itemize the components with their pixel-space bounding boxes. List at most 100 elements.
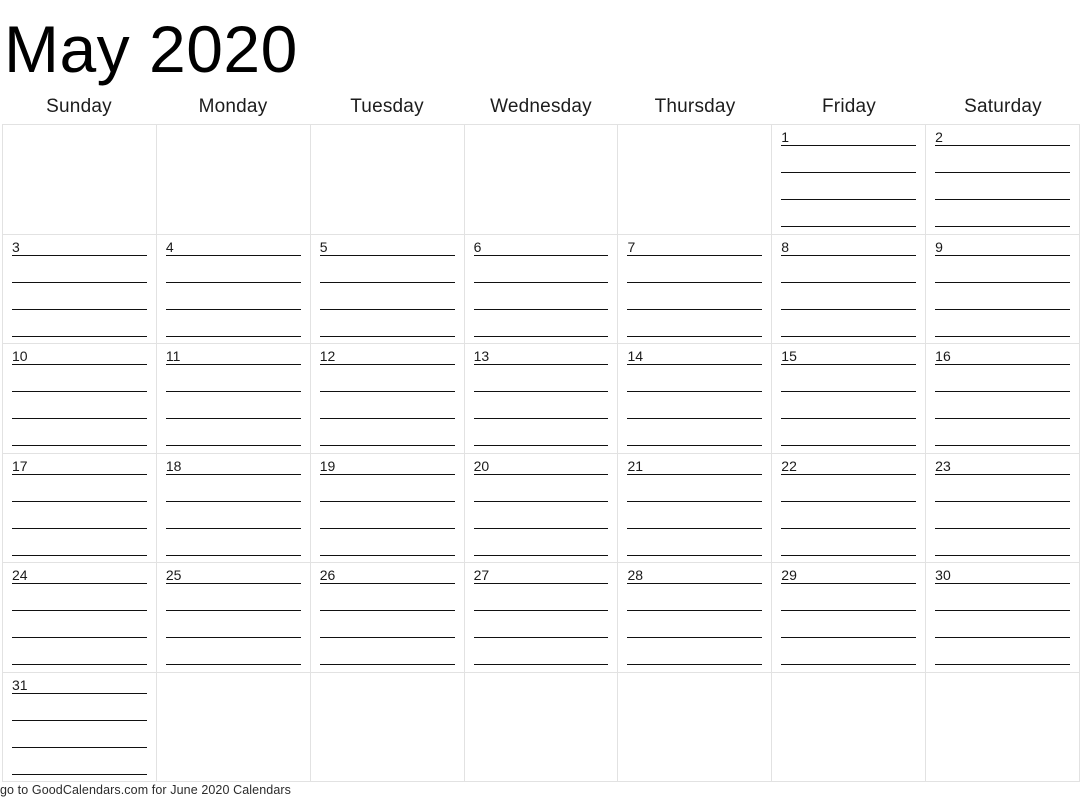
note-line[interactable]	[12, 583, 147, 584]
note-line[interactable]	[627, 391, 763, 393]
day-cell[interactable]: 25	[156, 563, 311, 673]
note-line[interactable]	[627, 473, 763, 475]
day-cell[interactable]: 4	[156, 234, 311, 344]
note-line[interactable]	[935, 418, 1071, 420]
note-line[interactable]	[319, 583, 455, 584]
note-line[interactable]	[781, 554, 917, 556]
day-cell[interactable]: 10	[3, 344, 157, 454]
note-line[interactable]	[473, 637, 609, 639]
note-line[interactable]	[473, 308, 609, 310]
note-line[interactable]	[473, 254, 609, 256]
note-line[interactable]	[935, 637, 1071, 639]
note-line[interactable]	[165, 473, 301, 475]
note-line[interactable]	[781, 527, 917, 529]
note-line[interactable]	[781, 583, 917, 584]
note-line[interactable]	[781, 172, 917, 174]
note-line[interactable]	[473, 554, 609, 556]
note-line[interactable]	[12, 445, 147, 447]
day-cell[interactable]: 8	[772, 234, 927, 344]
note-line[interactable]	[473, 281, 609, 283]
note-line[interactable]	[627, 364, 763, 365]
note-line[interactable]	[935, 583, 1071, 584]
note-line[interactable]	[781, 364, 917, 365]
day-cell[interactable]: 29	[772, 563, 927, 673]
note-line[interactable]	[473, 583, 609, 584]
note-line[interactable]	[935, 281, 1071, 283]
note-lines[interactable]	[473, 254, 609, 338]
note-line[interactable]	[627, 500, 763, 502]
note-line[interactable]	[165, 554, 301, 556]
note-line[interactable]	[473, 445, 609, 447]
note-line[interactable]	[319, 418, 455, 420]
day-cell[interactable]: 2	[926, 125, 1081, 235]
note-lines[interactable]	[165, 583, 301, 666]
note-line[interactable]	[473, 391, 609, 393]
note-line[interactable]	[627, 610, 763, 612]
note-line[interactable]	[165, 664, 301, 666]
note-line[interactable]	[165, 391, 301, 393]
note-line[interactable]	[935, 335, 1071, 337]
note-line[interactable]	[935, 445, 1071, 447]
note-line[interactable]	[473, 610, 609, 612]
day-cell[interactable]: 23	[926, 453, 1081, 563]
note-line[interactable]	[781, 226, 917, 228]
note-line[interactable]	[935, 364, 1071, 365]
note-lines[interactable]	[473, 364, 609, 447]
day-cell[interactable]: 9	[926, 234, 1081, 344]
note-line[interactable]	[473, 335, 609, 337]
note-line[interactable]	[165, 308, 301, 310]
day-cell[interactable]: 31	[3, 672, 157, 782]
note-line[interactable]	[935, 199, 1071, 201]
note-line[interactable]	[627, 418, 763, 420]
note-line[interactable]	[781, 308, 917, 310]
note-lines[interactable]	[627, 473, 763, 557]
day-cell[interactable]: 13	[464, 344, 619, 454]
note-line[interactable]	[165, 281, 301, 283]
note-line[interactable]	[935, 664, 1071, 666]
note-lines[interactable]	[781, 254, 917, 338]
note-line[interactable]	[935, 226, 1071, 228]
day-cell[interactable]: 24	[3, 563, 157, 673]
note-lines[interactable]	[12, 254, 147, 338]
note-line[interactable]	[12, 773, 147, 775]
note-line[interactable]	[165, 583, 301, 584]
day-cell[interactable]: 11	[156, 344, 311, 454]
note-line[interactable]	[781, 610, 917, 612]
note-lines[interactable]	[781, 473, 917, 557]
day-cell[interactable]: 19	[310, 453, 465, 563]
note-lines[interactable]	[165, 473, 301, 557]
note-line[interactable]	[935, 308, 1071, 310]
note-lines[interactable]	[319, 254, 455, 338]
note-line[interactable]	[781, 418, 917, 420]
day-cell[interactable]: 28	[618, 563, 773, 673]
note-line[interactable]	[781, 500, 917, 502]
note-line[interactable]	[935, 554, 1071, 556]
note-lines[interactable]	[12, 583, 147, 666]
note-lines[interactable]	[935, 145, 1071, 228]
day-cell[interactable]: 14	[618, 344, 773, 454]
note-line[interactable]	[935, 172, 1071, 174]
note-line[interactable]	[627, 281, 763, 283]
note-lines[interactable]	[319, 583, 455, 666]
note-line[interactable]	[319, 254, 455, 256]
note-line[interactable]	[627, 527, 763, 529]
note-line[interactable]	[12, 281, 147, 283]
note-line[interactable]	[12, 308, 147, 310]
note-line[interactable]	[935, 500, 1071, 502]
note-line[interactable]	[627, 637, 763, 639]
note-line[interactable]	[12, 473, 147, 475]
note-line[interactable]	[319, 308, 455, 310]
day-cell[interactable]: 20	[464, 453, 619, 563]
note-lines[interactable]	[319, 473, 455, 557]
note-lines[interactable]	[473, 583, 609, 666]
day-cell[interactable]: 18	[156, 453, 311, 563]
note-line[interactable]	[165, 500, 301, 502]
day-cell[interactable]: 3	[3, 234, 157, 344]
day-cell[interactable]: 6	[464, 234, 619, 344]
note-line[interactable]	[473, 664, 609, 666]
note-line[interactable]	[165, 637, 301, 639]
note-lines[interactable]	[319, 364, 455, 447]
note-line[interactable]	[627, 664, 763, 666]
note-line[interactable]	[935, 610, 1071, 612]
note-line[interactable]	[12, 692, 147, 694]
